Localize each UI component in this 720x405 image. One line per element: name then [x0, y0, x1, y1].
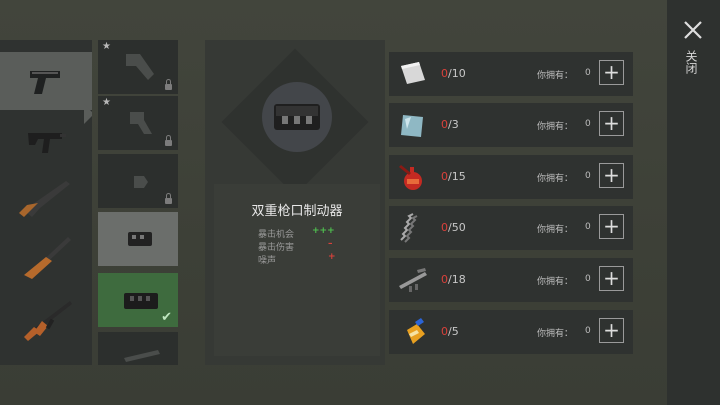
owned-label: 你拥有： — [537, 277, 574, 287]
stock-icon — [126, 54, 154, 80]
stat-value: + — [328, 252, 336, 262]
owned-value: 0 — [585, 119, 591, 129]
requirement-count: 0/3 — [441, 118, 459, 131]
stat-label: 暴击机会 — [258, 230, 295, 240]
requirement-row: 0/50 你拥有： 0 + — [389, 206, 633, 250]
assault-rifle-icon — [24, 301, 72, 341]
requirement-count: 0/10 — [441, 67, 466, 80]
lock-icon — [165, 193, 172, 204]
mod-slot-muzzle-brake[interactable] — [98, 212, 178, 266]
glue-bottle-icon — [407, 318, 425, 344]
requirement-row: 0/15 你拥有： 0 + — [389, 155, 633, 199]
owned-value: 0 — [585, 326, 591, 336]
item-info-box: 双重枪口制动器 暴击机会 +++ 暴击伤害 – 噪声 + — [214, 184, 380, 356]
stat-value: – — [328, 239, 333, 249]
mod-slot-barrel[interactable] — [98, 332, 178, 365]
lock-icon — [165, 135, 172, 146]
requirement-row: 0/18 你拥有： 0 + — [389, 258, 633, 302]
weapon-slot-pistol[interactable] — [0, 52, 92, 110]
star-icon: ★ — [102, 41, 111, 52]
oil-can-icon — [399, 165, 422, 190]
requirement-count: 0/50 — [441, 221, 466, 234]
grip-icon — [130, 112, 152, 134]
add-button[interactable]: + — [599, 60, 624, 85]
owned-value: 0 — [585, 222, 591, 232]
requirement-row: 0/3 你拥有： 0 + — [389, 103, 633, 147]
owned-label: 你拥有： — [537, 329, 574, 339]
requirement-row: 0/5 你拥有： 0 + — [389, 310, 633, 354]
requirement-count: 0/15 — [441, 170, 466, 183]
owned-value: 0 — [585, 274, 591, 284]
stat-value: +++ — [312, 226, 335, 236]
add-button[interactable]: + — [599, 111, 624, 136]
weapon-slot-assault-rifle[interactable] — [0, 292, 92, 350]
requirement-count: 0/18 — [441, 273, 466, 286]
mod-slot-grip[interactable]: ★ — [98, 96, 178, 150]
owned-value: 0 — [585, 68, 591, 78]
item-title: 双重枪口制动器 — [251, 204, 343, 219]
close-button-label[interactable]: 关闭 — [683, 50, 700, 74]
scope-mount-icon — [134, 176, 148, 188]
pistol-icon — [30, 71, 60, 94]
weapon-slot-sniper-rifle[interactable] — [0, 350, 92, 365]
add-button[interactable]: + — [599, 214, 624, 239]
star-icon: ★ — [102, 97, 111, 108]
item-image — [262, 82, 332, 152]
close-icon[interactable] — [681, 18, 705, 42]
add-button[interactable]: + — [599, 266, 624, 291]
mod-slot-stock[interactable]: ★ — [98, 40, 178, 94]
sniper-rifle-icon — [18, 364, 74, 365]
owned-value: 0 — [585, 171, 591, 181]
owned-label: 你拥有： — [537, 174, 574, 184]
double-muzzle-brake-icon — [124, 293, 158, 309]
requirement-row: 0/10 你拥有： 0 + — [389, 52, 633, 96]
add-button[interactable]: + — [599, 163, 624, 188]
check-icon: ✔ — [161, 310, 172, 325]
hunting-rifle-icon — [24, 237, 71, 279]
barrel-icon — [124, 350, 160, 362]
mod-slot-double-muzzle-brake[interactable]: ✔ — [98, 273, 178, 327]
owned-label: 你拥有： — [537, 71, 574, 81]
glass-plate-icon — [401, 115, 423, 137]
shotgun-icon — [19, 181, 70, 217]
add-button[interactable]: + — [599, 318, 624, 343]
weapon-slot-smg[interactable] — [0, 112, 92, 170]
mod-slot-list[interactable]: ★ ★ ✔ — [96, 40, 180, 365]
weapon-slot-shotgun[interactable] — [0, 170, 92, 228]
double-muzzle-brake-icon — [274, 104, 320, 130]
mod-slot-scope-mount[interactable] — [98, 154, 178, 208]
metal-sheet-icon — [401, 62, 425, 84]
weapon-slot-hunting-rifle[interactable] — [0, 230, 92, 288]
lock-icon — [165, 79, 172, 90]
smg-icon — [28, 133, 66, 153]
stat-label: 暴击伤害 — [258, 243, 295, 253]
rifle-parts-icon — [399, 268, 427, 292]
weapon-list[interactable] — [0, 40, 92, 365]
spring-icon — [400, 213, 418, 243]
requirement-count: 0/5 — [441, 325, 459, 338]
muzzle-brake-icon — [128, 232, 152, 246]
stat-label: 噪声 — [258, 256, 277, 266]
owned-label: 你拥有： — [537, 122, 574, 132]
owned-label: 你拥有： — [537, 225, 574, 235]
